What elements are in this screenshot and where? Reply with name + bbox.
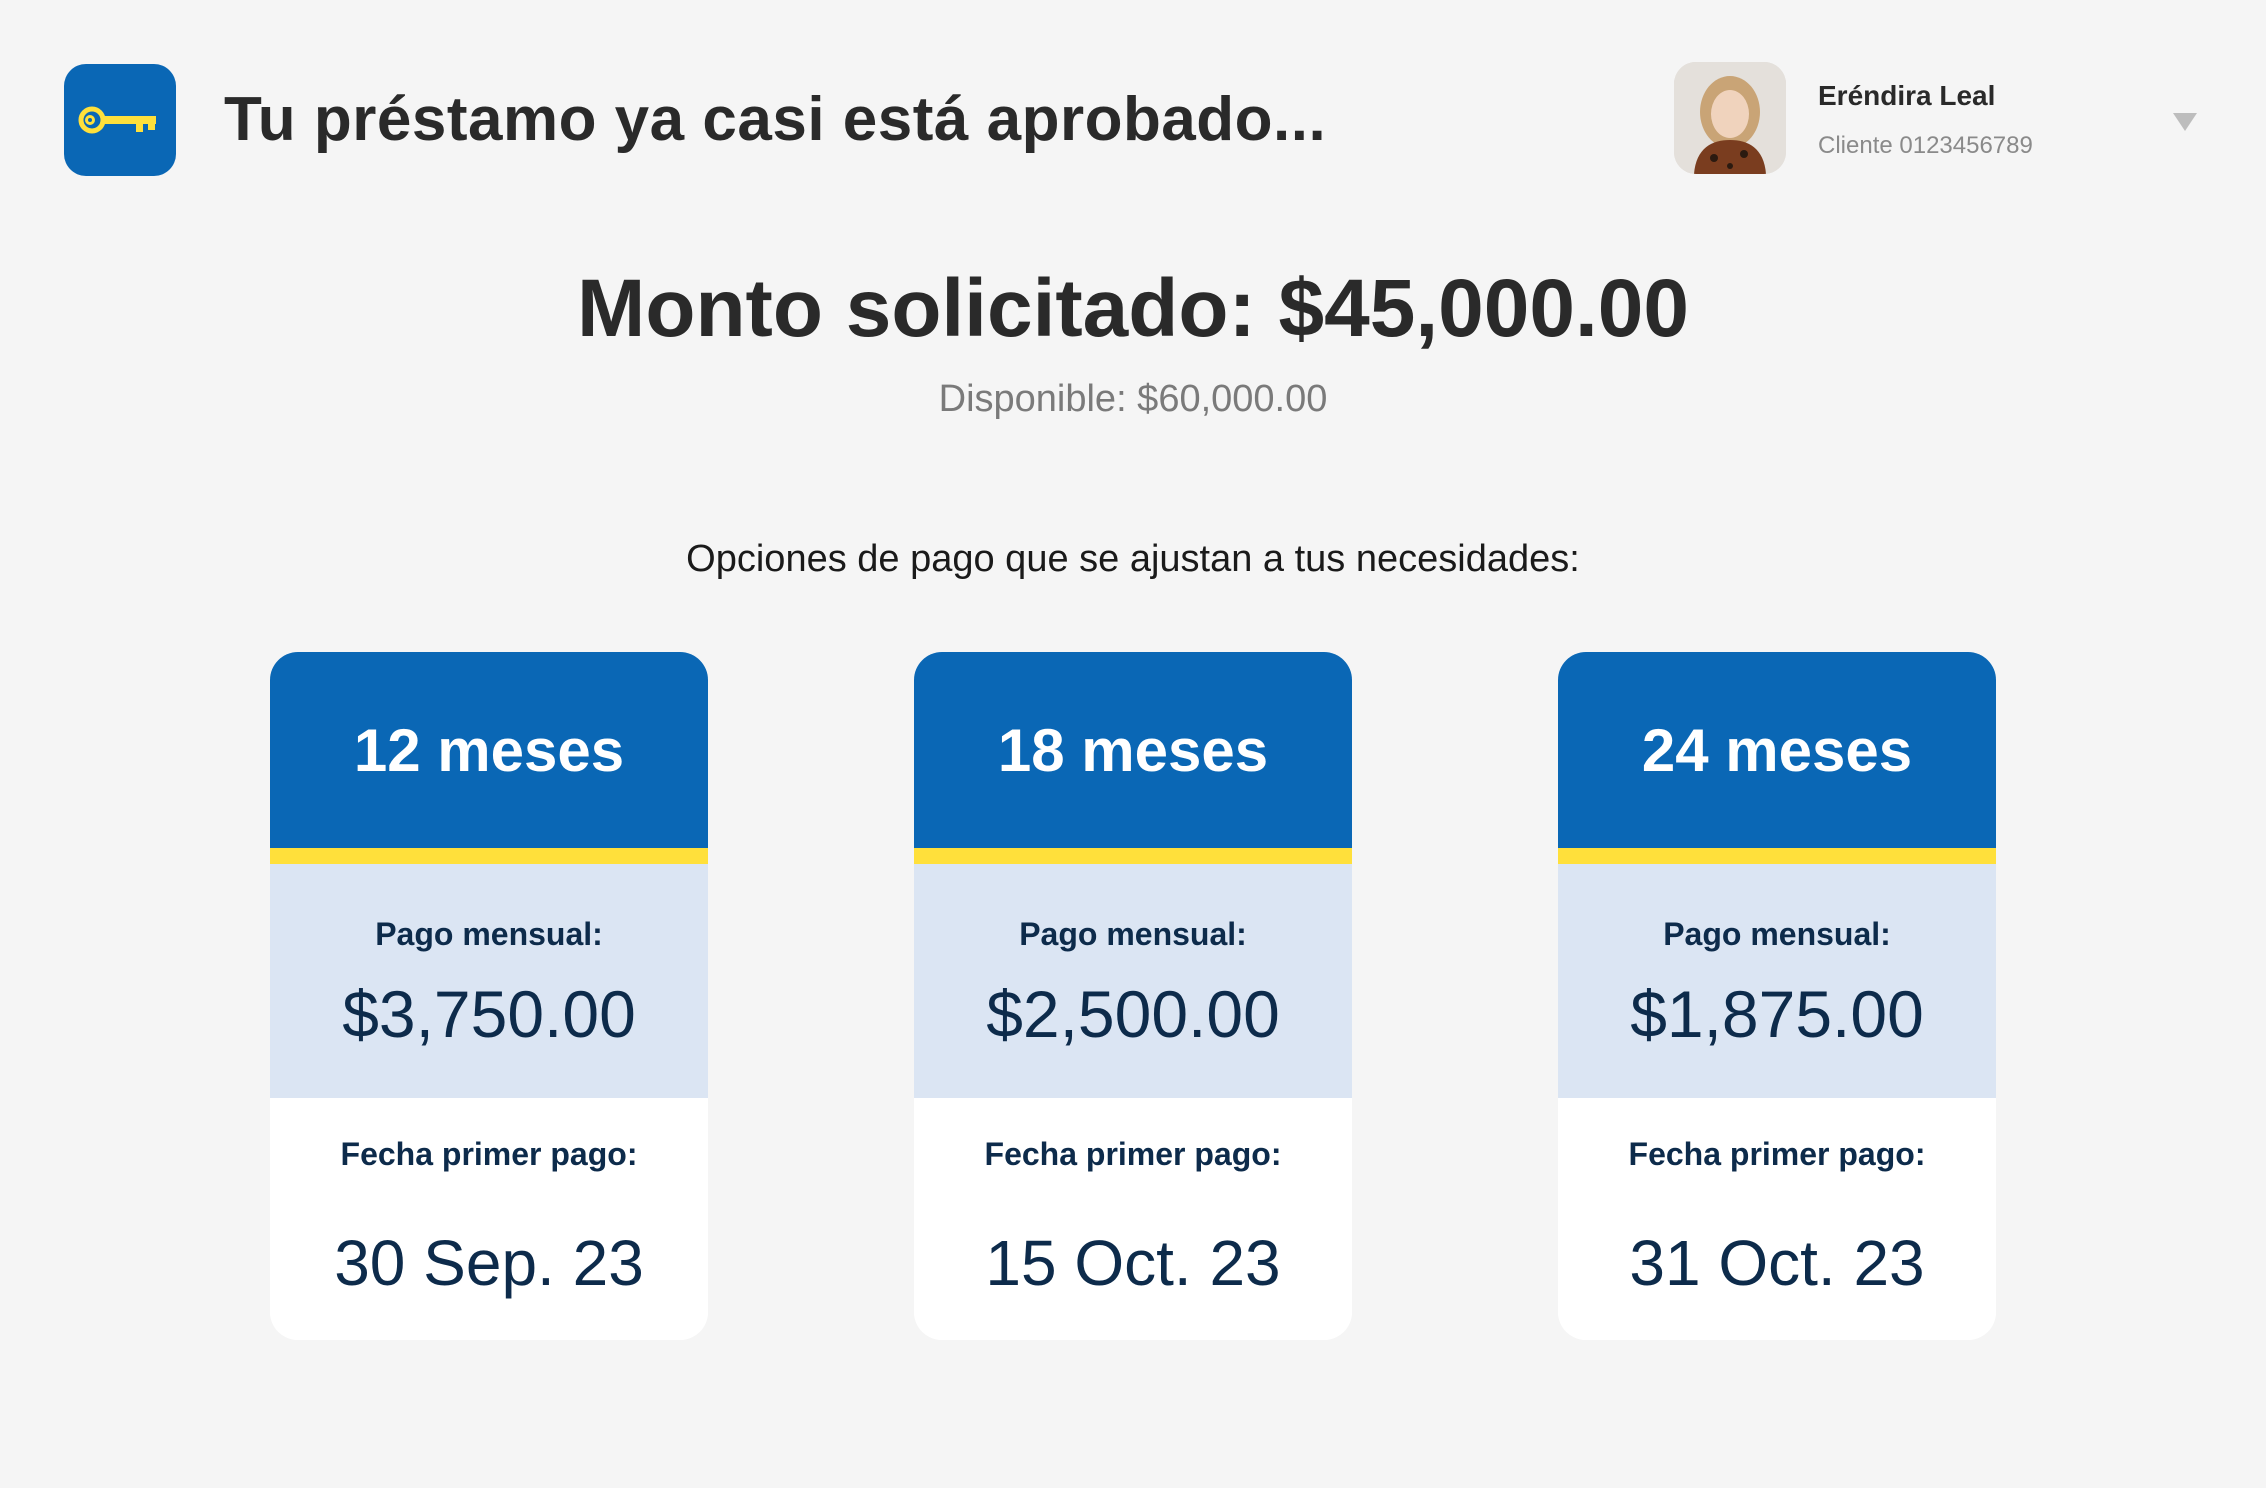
card-stripe <box>1558 848 1996 864</box>
key-icon <box>78 106 156 134</box>
user-name: Eréndira Leal <box>1818 80 1996 111</box>
plan-card-12[interactable]: 12 meses Pago mensual: $3,750.00 Fecha p… <box>270 652 708 1340</box>
monthly-payment-value: $1,875.00 <box>1630 977 1924 1051</box>
first-payment-date: 15 Oct. 23 <box>985 1227 1281 1299</box>
plan-term: 12 meses <box>270 652 708 848</box>
first-payment-date: 30 Sep. 23 <box>334 1227 644 1299</box>
monthly-payment-value: $3,750.00 <box>342 977 636 1051</box>
plan-term: 24 meses <box>1558 652 1996 848</box>
card-stripe <box>914 848 1352 864</box>
monthly-payment-label: Pago mensual: <box>1019 916 1247 952</box>
options-heading: Opciones de pago que se ajustan a tus ne… <box>686 538 1580 580</box>
first-payment-label: Fecha primer pago: <box>1628 1136 1926 1172</box>
monthly-payment-label: Pago mensual: <box>1663 916 1891 952</box>
plan-term: 18 meses <box>914 652 1352 848</box>
app-logo[interactable] <box>64 64 176 176</box>
plan-card-18[interactable]: 18 meses Pago mensual: $2,500.00 Fecha p… <box>914 652 1352 1340</box>
monthly-payment-value: $2,500.00 <box>986 977 1280 1051</box>
monthly-payment-label: Pago mensual: <box>375 916 603 952</box>
available-amount: Disponible: $60,000.00 <box>938 378 1328 420</box>
page-title: Tu préstamo ya casi está aprobado... <box>224 85 1327 154</box>
chevron-down-icon[interactable] <box>2170 110 2200 134</box>
requested-amount: Monto solicitado: $45,000.00 <box>577 263 1689 354</box>
user-menu[interactable]: Eréndira Leal Cliente 0123456789 <box>1674 62 2214 178</box>
avatar <box>1674 62 1786 174</box>
first-payment-label: Fecha primer pago: <box>340 1136 638 1172</box>
card-stripe <box>270 848 708 864</box>
client-id: Cliente 0123456789 <box>1818 132 2033 159</box>
first-payment-date: 31 Oct. 23 <box>1629 1227 1925 1299</box>
plan-card-24[interactable]: 24 meses Pago mensual: $1,875.00 Fecha p… <box>1558 652 1996 1340</box>
first-payment-label: Fecha primer pago: <box>984 1136 1282 1172</box>
